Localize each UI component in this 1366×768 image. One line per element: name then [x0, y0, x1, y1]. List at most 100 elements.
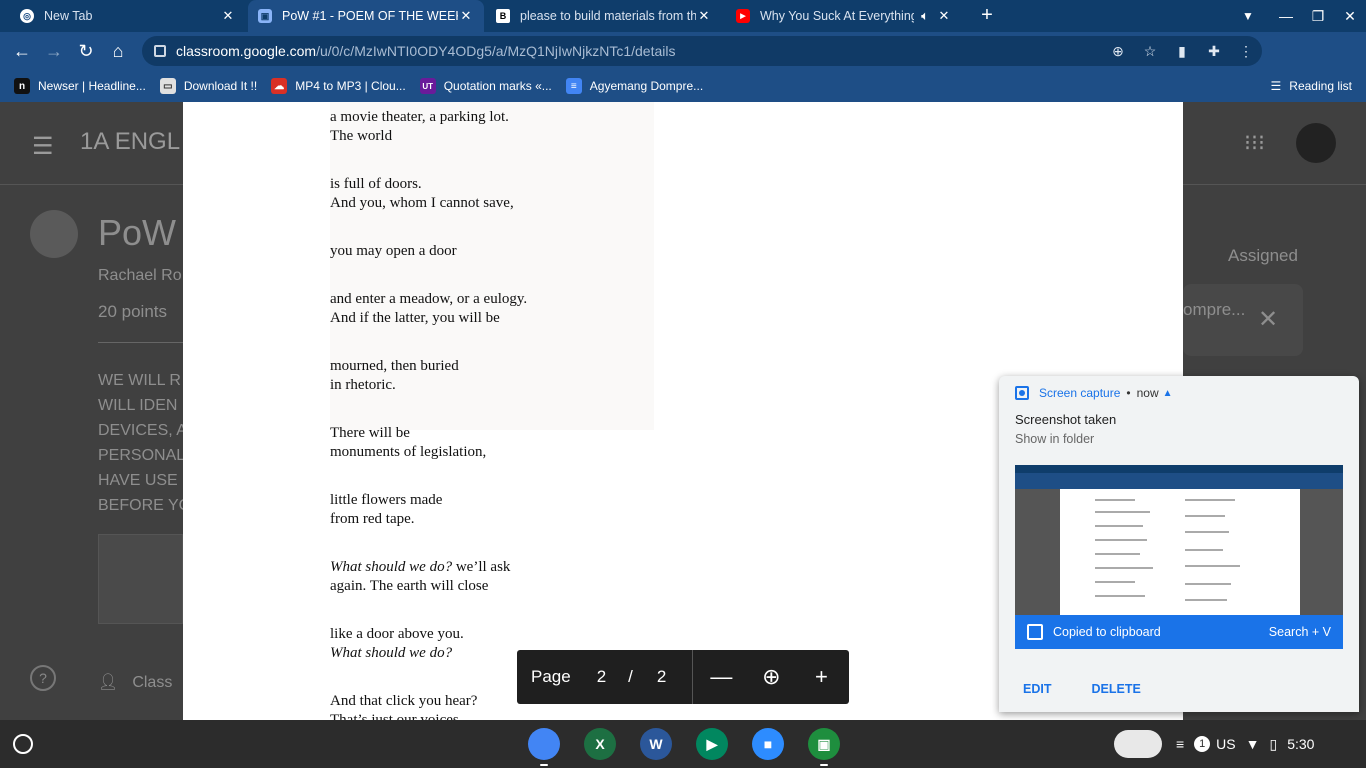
poem-stanza: like a door above you. What should we do?: [330, 625, 527, 663]
reading-list-button[interactable]: ☰ Reading list: [1271, 70, 1352, 102]
remove-attachment-icon[interactable]: ✕: [1258, 305, 1278, 334]
bookmark-quotation[interactable]: UT Quotation marks «...: [419, 78, 552, 94]
address-bar[interactable]: classroom.google.com/u/0/c/MzIwNTI0ODY4O…: [142, 36, 1262, 66]
extension-icon[interactable]: ▮: [1166, 43, 1198, 60]
holding-space-button[interactable]: [1114, 730, 1162, 758]
preview-line: [1185, 549, 1223, 551]
poem-line: little flowers made: [330, 492, 443, 508]
new-tab-button[interactable]: +: [977, 5, 997, 25]
zoom-out-icon[interactable]: —: [696, 664, 746, 690]
google-apps-icon[interactable]: ⁝⁝⁝: [1244, 130, 1265, 156]
notification-header[interactable]: Screen capture • now ▲: [1015, 386, 1173, 400]
poem-line: like a door above you.: [330, 626, 464, 642]
tab-title: Why You Suck At Everything: [760, 9, 914, 23]
maximize-button[interactable]: ❐: [1308, 6, 1328, 26]
forward-icon[interactable]: →: [44, 41, 64, 61]
zoom-fit-icon[interactable]: ⊕: [746, 664, 796, 690]
bookmark-agyemang[interactable]: ≡ Agyemang Dompre...: [565, 78, 703, 94]
tab-title: PoW #1 - POEM OF THE WEEK #: [282, 9, 458, 23]
poem-line: There will be: [330, 425, 410, 441]
poem-line: from red tape.: [330, 511, 415, 527]
tab-search-icon[interactable]: ▼: [1238, 6, 1258, 26]
poem-stanza: mourned, then buried in rhetoric.: [330, 357, 527, 395]
bookmark-label: Newser | Headline...: [38, 79, 146, 93]
avatar[interactable]: [1296, 123, 1336, 163]
word-app[interactable]: W: [640, 728, 672, 760]
bookmark-download[interactable]: ▭ Download It !!: [159, 78, 257, 94]
notification-count-badge: 1: [1194, 736, 1211, 752]
classroom-icon: ▣: [258, 9, 272, 23]
excel-app[interactable]: X: [584, 728, 616, 760]
show-in-folder-link[interactable]: Show in folder: [1015, 432, 1094, 446]
help-icon[interactable]: ?: [30, 665, 56, 691]
menu-dots-icon[interactable]: ⋮: [1230, 43, 1262, 60]
poem-line: you may open a door: [330, 243, 457, 259]
play-store-app[interactable]: ▶: [696, 728, 728, 760]
home-icon[interactable]: ⌂: [108, 41, 128, 61]
attachment-thumbnail[interactable]: [98, 534, 183, 624]
reload-icon[interactable]: ↻: [76, 41, 96, 61]
close-tab-icon[interactable]: ✕: [458, 8, 474, 24]
preview-line: [1095, 511, 1150, 513]
close-tab-icon[interactable]: ✕: [936, 8, 952, 24]
poem-stanza: is full of doors. And you, whom I cannot …: [330, 175, 527, 213]
preview-line: [1185, 599, 1227, 601]
assignment-description: WE WILL R WILL IDEN DEVICES, A PERSONAL …: [98, 368, 191, 518]
current-page-input[interactable]: 2: [597, 667, 606, 687]
preview-line: [1095, 595, 1145, 597]
url-text[interactable]: classroom.google.com/u/0/c/MzIwNTI0ODY4O…: [176, 43, 1102, 59]
notification-source: Screen capture: [1039, 386, 1121, 400]
assigned-status: Assigned: [1228, 246, 1298, 265]
divider: [692, 650, 694, 704]
poem-line: and enter a meadow, or a eulogy.: [330, 291, 528, 307]
close-tab-icon[interactable]: ✕: [220, 8, 236, 24]
launcher-icon[interactable]: [13, 734, 33, 754]
speaker-icon[interactable]: 🔈︎: [914, 8, 936, 24]
clipboard-tray-icon[interactable]: ≡: [1176, 736, 1184, 752]
edit-button[interactable]: EDIT: [1023, 682, 1051, 696]
delete-button[interactable]: DELETE: [1091, 682, 1140, 696]
tab-pow[interactable]: ▣ PoW #1 - POEM OF THE WEEK # ✕: [248, 0, 484, 32]
classroom-app[interactable]: ▣: [808, 728, 840, 766]
screenshot-preview[interactable]: [1015, 465, 1343, 615]
course-title[interactable]: 1A ENGL: [80, 128, 180, 156]
tab-new-tab[interactable]: ◎ New Tab ✕: [10, 0, 246, 32]
close-tab-icon[interactable]: ✕: [696, 8, 712, 24]
minimize-button[interactable]: —: [1276, 6, 1296, 26]
zoom-in-icon[interactable]: +: [796, 664, 846, 690]
people-icon: 👤︎: [98, 674, 119, 691]
attachment-card[interactable]: [1183, 284, 1303, 356]
poem-stanza: and enter a meadow, or a eulogy. And if t…: [330, 290, 527, 328]
chevron-up-icon[interactable]: ▲: [1163, 388, 1173, 399]
bookmark-mp4[interactable]: ☁ MP4 to MP3 | Clou...: [271, 78, 406, 94]
class-comments-link[interactable]: 👤︎ Class: [98, 672, 172, 692]
status-tray[interactable]: ≡ 1 US ▼ ▯ 5:30: [1176, 729, 1324, 759]
chrome-app[interactable]: [528, 728, 560, 766]
assignment-title: PoW: [98, 212, 177, 253]
poem-line: And if the latter, you will be: [330, 310, 500, 326]
preview-line: [1095, 499, 1135, 501]
poem-text: a movie theater, a parking lot. The world…: [330, 108, 527, 720]
hamburger-menu-icon[interactable]: ☰: [32, 132, 54, 161]
desc-line: WE WILL R: [98, 372, 181, 389]
bookmark-star-icon[interactable]: ☆: [1134, 43, 1166, 60]
class-comments-label: Class: [132, 674, 173, 691]
back-icon[interactable]: ←: [12, 41, 32, 61]
notification-actions: EDIT DELETE: [1023, 682, 1181, 696]
b-icon: B: [496, 9, 510, 23]
tab-build-materials[interactable]: B please to build materials from th ✕: [486, 0, 722, 32]
app-icon: ▣: [817, 735, 831, 752]
poem-line: That’s just our voices,: [330, 712, 463, 720]
close-window-button[interactable]: ✕: [1340, 6, 1360, 26]
divider: [98, 342, 188, 343]
screenshot-notification[interactable]: Screen capture • now ▲ Screenshot taken …: [999, 376, 1359, 712]
zoom-icon[interactable]: ⊕: [1102, 43, 1134, 60]
poem-line: is full of doors.: [330, 176, 422, 192]
poem-stanza: And that click you hear? That’s just our …: [330, 692, 527, 720]
bookmark-newser[interactable]: n Newser | Headline...: [14, 78, 146, 94]
tab-youtube[interactable]: ▶ Why You Suck At Everything 🔈︎ ✕: [726, 0, 962, 32]
zoom-app[interactable]: ■: [752, 728, 784, 760]
app-icon: W: [649, 736, 663, 752]
notification-time: now: [1136, 386, 1159, 400]
puzzle-icon[interactable]: ✚: [1198, 43, 1230, 60]
